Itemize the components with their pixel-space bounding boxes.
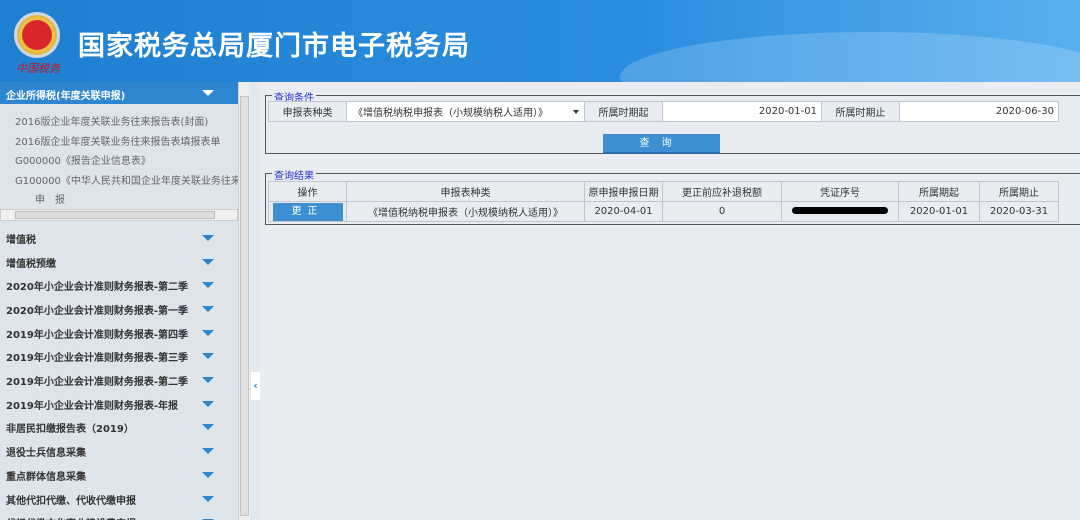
sidebar-item[interactable]: 重点群体信息采集 bbox=[0, 463, 238, 487]
chevron-down-icon bbox=[202, 424, 214, 431]
column-header: 申报表种类 bbox=[346, 181, 585, 202]
dropdown-arrow-icon bbox=[573, 110, 579, 114]
date-cell: 2020-04-01 bbox=[584, 201, 663, 222]
sidebar-item[interactable]: 增值税 bbox=[0, 226, 238, 250]
start-date-input[interactable]: 2020-01-01 bbox=[662, 101, 822, 122]
sidebar-item[interactable]: 2019年小企业会计准则财务报表-第二季 bbox=[0, 368, 238, 392]
type-cell: 《增值税纳税申报表（小规模纳税人适用）》 bbox=[346, 201, 585, 222]
decoration bbox=[620, 32, 1080, 82]
type-select[interactable]: 《增值税纳税申报表（小规模纳税人适用）》 bbox=[346, 101, 585, 122]
sidebar-sub-item[interactable]: G100000《中华人民共和国企业年度关联业务往来汇总表》 bbox=[0, 168, 238, 188]
scrollbar-thumb[interactable] bbox=[240, 96, 249, 516]
voucher-cell bbox=[781, 201, 899, 222]
chevron-down-icon bbox=[202, 329, 214, 336]
chevron-down-icon bbox=[202, 258, 214, 265]
sidebar-item-label: 退役士兵信息采集 bbox=[6, 448, 86, 460]
splitter[interactable]: ‹ bbox=[250, 82, 260, 520]
horizontal-scrollbar[interactable] bbox=[0, 208, 238, 221]
chevron-down-icon bbox=[202, 282, 214, 289]
redacted-voucher bbox=[792, 207, 888, 214]
column-header: 所属期起 bbox=[898, 181, 980, 202]
sidebar-item-label: 2019年小企业会计准则财务报表-第三季 bbox=[6, 353, 188, 365]
sidebar-item[interactable]: 非居民扣缴报告表（2019） bbox=[0, 415, 238, 439]
chevron-down-icon bbox=[202, 306, 214, 313]
scrollbar-thumb[interactable] bbox=[15, 210, 215, 219]
group-label: 企业所得税(年度关联申报) bbox=[6, 91, 126, 102]
vertical-scrollbar[interactable] bbox=[238, 82, 250, 520]
end-label: 所属时期止 bbox=[821, 101, 900, 122]
sidebar-item[interactable]: 2019年小企业会计准则财务报表-年报 bbox=[0, 392, 238, 416]
amount-cell: 0 bbox=[662, 201, 782, 222]
site-title: 国家税务总局厦门市电子税务局 bbox=[78, 31, 470, 62]
action-cell: 更正 bbox=[268, 201, 347, 222]
sidebar-item[interactable]: 2020年小企业会计准则财务报表-第二季 bbox=[0, 273, 238, 297]
sidebar-item-label: 2020年小企业会计准则财务报表-第二季 bbox=[6, 282, 188, 294]
sidebar-item-label: 2019年小企业会计准则财务报表-第二季 bbox=[6, 377, 188, 389]
sidebar-item[interactable]: 2019年小企业会计准则财务报表-第四季 bbox=[0, 321, 238, 345]
sidebar-item-label: 2019年小企业会计准则财务报表-第四季 bbox=[6, 329, 188, 341]
start-cell: 2020-01-01 bbox=[898, 201, 980, 222]
table-row: 更正 《增值税纳税申报表（小规模纳税人适用）》 2020-04-01 0 2020-01… bbox=[268, 201, 1059, 222]
sidebar-item-label: 非居民扣缴报告表（2019） bbox=[6, 424, 134, 436]
main-content: 查询条件 申报表种类 《增值税纳税申报表（小规模纳税人适用）》 所属时期起 20… bbox=[260, 82, 1080, 520]
type-label: 申报表种类 bbox=[268, 101, 347, 122]
end-cell: 2020-03-31 bbox=[979, 201, 1059, 222]
chevron-down-icon bbox=[202, 471, 214, 478]
chevron-down-icon bbox=[202, 234, 214, 241]
chevron-down-icon bbox=[202, 400, 214, 407]
sidebar-item-label: 重点群体信息采集 bbox=[6, 471, 86, 483]
sidebar-sub-item-declare[interactable]: 申报 bbox=[0, 187, 238, 207]
chevron-down-icon bbox=[202, 377, 214, 384]
header-banner: 中国税务 国家税务总局厦门市电子税务局 bbox=[0, 0, 1080, 82]
sidebar-item[interactable]: 其他代扣代缴、代收代缴申报 bbox=[0, 487, 238, 511]
type-select-value: 《增值税纳税申报表（小规模纳税人适用）》 bbox=[353, 108, 548, 119]
results-fieldset: 查询结果 操作 申报表种类 原申报申报日期 更正前应补退税额 凭证序号 所属期起 所属期止 … bbox=[265, 167, 1080, 225]
sidebar-item-label: 2019年小企业会计准则财务报表-年报 bbox=[6, 400, 178, 412]
start-label: 所属时期起 bbox=[584, 101, 663, 122]
query-button[interactable]: 查询 bbox=[603, 134, 720, 154]
sidebar-item[interactable]: 增值税预缴 bbox=[0, 250, 238, 274]
sidebar-sub-item[interactable]: 2016版企业年度关联业务往来报告表(封面) bbox=[0, 109, 238, 129]
sidebar-item-label: 其他代扣代缴、代收代缴申报 bbox=[6, 495, 136, 507]
column-header: 更正前应补退税额 bbox=[662, 181, 782, 202]
collapse-left-icon[interactable]: ‹ bbox=[251, 372, 260, 400]
query-fieldset: 查询条件 申报表种类 《增值税纳税申报表（小规模纳税人适用）》 所属时期起 20… bbox=[265, 89, 1080, 154]
chevron-down-icon bbox=[202, 353, 214, 360]
sidebar-item[interactable]: 2019年小企业会计准则财务报表-第三季 bbox=[0, 344, 238, 368]
sidebar-item[interactable]: 2020年小企业会计准则财务报表-第一季 bbox=[0, 297, 238, 321]
sidebar-sub-item[interactable]: G000000《报告企业信息表》 bbox=[0, 148, 238, 168]
column-header: 原申报申报日期 bbox=[584, 181, 663, 202]
chevron-down-icon bbox=[202, 495, 214, 502]
signature-logo: 中国税务 bbox=[16, 62, 60, 75]
tax-emblem-logo bbox=[14, 12, 60, 58]
sidebar-group-header[interactable]: 企业所得税(年度关联申报) bbox=[0, 82, 238, 104]
sidebar-item-label: 增值税 bbox=[6, 234, 36, 246]
chevron-down-icon bbox=[202, 448, 214, 455]
sidebar-sub-item[interactable]: 2016版企业年度关联业务往来报告表填报表单 bbox=[0, 129, 238, 149]
correct-button[interactable]: 更正 bbox=[272, 202, 343, 221]
sidebar: 企业所得税(年度关联申报) 2016版企业年度关联业务往来报告表(封面) 201… bbox=[0, 82, 238, 520]
sidebar-item-label: 2020年小企业会计准则财务报表-第一季 bbox=[6, 306, 188, 318]
end-date-input[interactable]: 2020-06-30 bbox=[899, 101, 1059, 122]
sidebar-item[interactable]: 退役士兵信息采集 bbox=[0, 439, 238, 463]
sidebar-item[interactable]: 代扣代缴文化事业建设费申报 bbox=[0, 510, 238, 520]
column-header: 所属期止 bbox=[979, 181, 1059, 202]
sidebar-item-label: 增值税预缴 bbox=[6, 258, 56, 270]
column-header: 凭证序号 bbox=[781, 181, 899, 202]
chevron-down-icon bbox=[202, 90, 214, 96]
results-legend: 查询结果 bbox=[272, 167, 316, 182]
column-header: 操作 bbox=[268, 181, 347, 202]
